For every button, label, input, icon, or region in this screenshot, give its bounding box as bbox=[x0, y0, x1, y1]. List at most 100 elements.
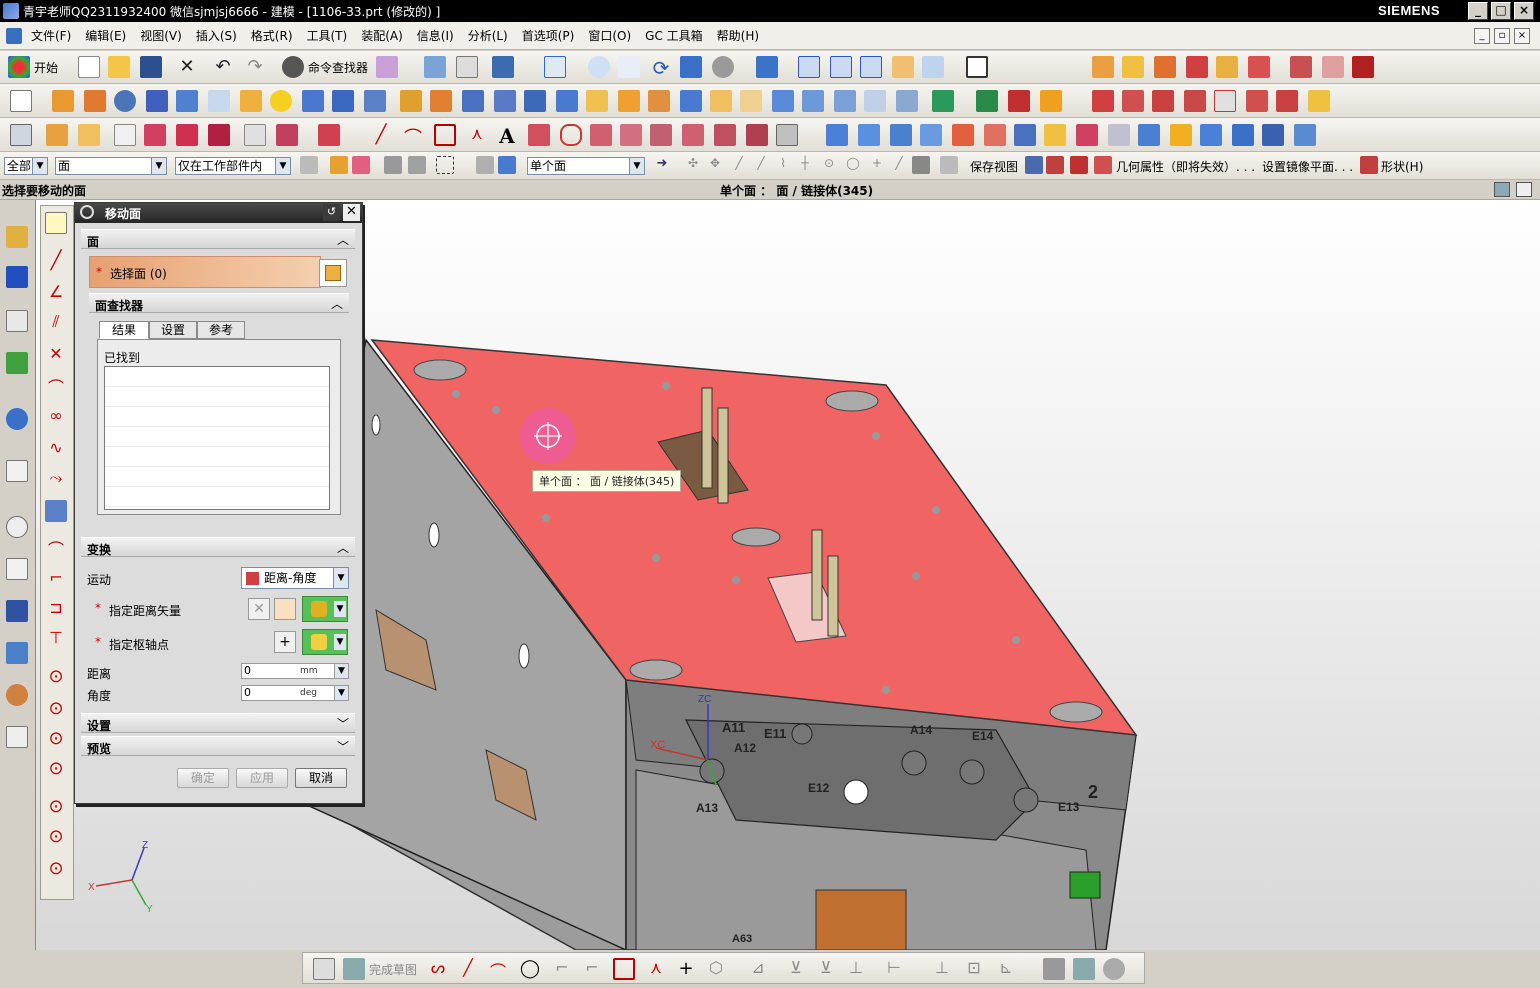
spline-icon[interactable] bbox=[528, 124, 550, 146]
sync-delete-face-icon[interactable] bbox=[1008, 90, 1030, 112]
sketch-option-3-icon[interactable] bbox=[1103, 958, 1125, 980]
constraint-navigator-icon[interactable] bbox=[6, 266, 28, 288]
sketch-circle-d-icon[interactable]: ⊙ bbox=[45, 758, 67, 780]
face-rule-select[interactable]: 单个面 ▼ bbox=[527, 157, 645, 175]
angle-input[interactable]: 0 deg ▼ bbox=[241, 685, 349, 701]
render-style-icon[interactable] bbox=[712, 56, 734, 78]
status-window-icon[interactable] bbox=[1516, 182, 1532, 197]
face-group-header[interactable]: 面 ︿ bbox=[81, 229, 355, 249]
constraint-3-icon[interactable]: ⊥ bbox=[845, 958, 867, 980]
constraint-4-icon[interactable]: ⊢ bbox=[883, 958, 905, 980]
surface-6-icon[interactable] bbox=[984, 124, 1006, 146]
line-icon[interactable]: ╱ bbox=[370, 124, 392, 146]
snap-existing-icon[interactable]: + bbox=[868, 156, 886, 174]
mold-tool-2-icon[interactable] bbox=[1122, 56, 1144, 78]
mold-tool-5-icon[interactable] bbox=[1216, 56, 1238, 78]
profile-icon[interactable]: ᔕ bbox=[427, 958, 449, 980]
cancel-button[interactable]: 取消 bbox=[295, 768, 347, 788]
slot-icon[interactable] bbox=[240, 90, 262, 112]
roles-icon[interactable] bbox=[6, 684, 28, 706]
vector-inferred-select[interactable]: ▼ bbox=[302, 596, 348, 622]
snap-onface-icon[interactable] bbox=[912, 156, 930, 174]
curve-tool-6-icon[interactable] bbox=[1246, 90, 1268, 112]
select-body-icon[interactable] bbox=[408, 156, 426, 174]
mirror-icon[interactable] bbox=[802, 90, 824, 112]
grid-icon[interactable] bbox=[244, 124, 266, 146]
measure-distance-icon[interactable] bbox=[1046, 156, 1064, 174]
select-solid-icon[interactable] bbox=[498, 156, 516, 174]
line-tool-icon[interactable]: ╱ bbox=[457, 958, 479, 980]
arc-icon[interactable]: ⌒ bbox=[402, 124, 424, 149]
start-icon[interactable] bbox=[8, 56, 30, 78]
filter-select[interactable]: 全部 ▼ bbox=[4, 157, 48, 175]
info-icon[interactable] bbox=[6, 408, 28, 430]
trim-body-icon[interactable] bbox=[430, 90, 452, 112]
view-iso-icon[interactable] bbox=[860, 56, 882, 78]
shell-icon[interactable] bbox=[556, 90, 578, 112]
menu-window[interactable]: 窗口(O) bbox=[581, 27, 638, 44]
snap-center-icon[interactable]: ⊙ bbox=[820, 156, 838, 174]
sketch-curve-1-icon[interactable]: ⌒ bbox=[45, 536, 67, 559]
sketch-curve-3-icon[interactable]: ⊐ bbox=[45, 598, 67, 620]
sew-icon[interactable] bbox=[834, 90, 856, 112]
layer-icon[interactable] bbox=[922, 56, 944, 78]
project-curve-icon[interactable] bbox=[650, 124, 672, 146]
sketch-circle-e-icon[interactable]: ⊙ bbox=[45, 796, 67, 818]
apply-button[interactable]: 应用 bbox=[236, 768, 288, 788]
sketch-circle-f-icon[interactable]: ⊙ bbox=[45, 826, 67, 848]
new-file-icon[interactable] bbox=[78, 56, 100, 78]
offset-curve-icon[interactable] bbox=[590, 124, 612, 146]
hole-icon[interactable] bbox=[114, 90, 136, 112]
sketch-line-icon[interactable]: ╱ bbox=[45, 250, 67, 272]
save-icon[interactable] bbox=[140, 56, 162, 78]
offset-tool-icon[interactable]: ⬡ bbox=[705, 958, 727, 980]
gear-icon[interactable] bbox=[80, 205, 94, 219]
surface-7-icon[interactable] bbox=[1014, 124, 1036, 146]
rectangle-tool-icon[interactable] bbox=[613, 958, 635, 980]
reset-icon[interactable]: ↺ bbox=[323, 204, 340, 221]
command-finder-icon[interactable] bbox=[282, 56, 304, 78]
intersect-icon[interactable] bbox=[740, 90, 762, 112]
filter-reset-icon[interactable] bbox=[300, 156, 318, 174]
rectangle-select-icon[interactable] bbox=[436, 156, 454, 174]
chamfer-icon[interactable] bbox=[648, 90, 670, 112]
patch-icon[interactable] bbox=[864, 90, 886, 112]
finish-sketch-label[interactable]: 完成草图 bbox=[369, 961, 417, 978]
sketch-name-icon[interactable] bbox=[313, 958, 335, 980]
face-select-icon[interactable] bbox=[319, 259, 347, 287]
shape-menu[interactable]: 形状(H) bbox=[1381, 158, 1423, 175]
section-curve-icon[interactable] bbox=[714, 124, 736, 146]
sphere-icon[interactable] bbox=[270, 90, 292, 112]
assembly-navigator-icon[interactable] bbox=[6, 226, 28, 248]
pattern-icon[interactable] bbox=[772, 90, 794, 112]
split-body-icon[interactable] bbox=[462, 90, 484, 112]
sketch-circle-g-icon[interactable]: ⊙ bbox=[45, 858, 67, 880]
ok-button[interactable]: 确定 bbox=[177, 768, 229, 788]
undo-icon[interactable]: ↶ bbox=[212, 56, 234, 78]
sketch-circle-a-icon[interactable]: ⊙ bbox=[45, 666, 67, 688]
web-browser-icon[interactable] bbox=[6, 460, 28, 482]
menu-assembly[interactable]: 装配(A) bbox=[354, 27, 410, 44]
mold-tool-8-icon[interactable] bbox=[1322, 56, 1344, 78]
constraint-5-icon[interactable]: ⊥ bbox=[931, 958, 953, 980]
block-icon[interactable] bbox=[332, 90, 354, 112]
sync-pull-face-icon[interactable] bbox=[976, 90, 998, 112]
type-filter-select[interactable]: 面 ▼ bbox=[55, 157, 167, 175]
select-faces-icon[interactable] bbox=[476, 156, 494, 174]
tab-settings[interactable]: 设置 bbox=[149, 321, 197, 339]
snap-options-icon[interactable] bbox=[352, 156, 370, 174]
maximize-button[interactable]: □ bbox=[1491, 2, 1511, 20]
system-scene-icon[interactable] bbox=[6, 726, 28, 748]
snap-line-icon[interactable]: ╱ bbox=[730, 156, 748, 174]
constraint-6-icon[interactable]: ⊡ bbox=[963, 958, 985, 980]
doc-minimize-button[interactable]: _ bbox=[1474, 28, 1490, 44]
app-menu-icon[interactable] bbox=[6, 27, 22, 44]
menu-file[interactable]: 文件(F) bbox=[24, 27, 78, 44]
geom-prop-label[interactable]: 几何属性（即将失效）. . . bbox=[1116, 158, 1255, 175]
snap-end-icon[interactable]: ✣ bbox=[684, 156, 702, 174]
system-materials-icon[interactable] bbox=[6, 558, 28, 580]
surface-11-icon[interactable] bbox=[1138, 124, 1160, 146]
snap-curve-icon[interactable]: ╱ bbox=[752, 156, 770, 174]
settings-group-header[interactable]: 设置 ﹀ bbox=[81, 713, 355, 733]
datum-icon[interactable] bbox=[176, 124, 198, 146]
